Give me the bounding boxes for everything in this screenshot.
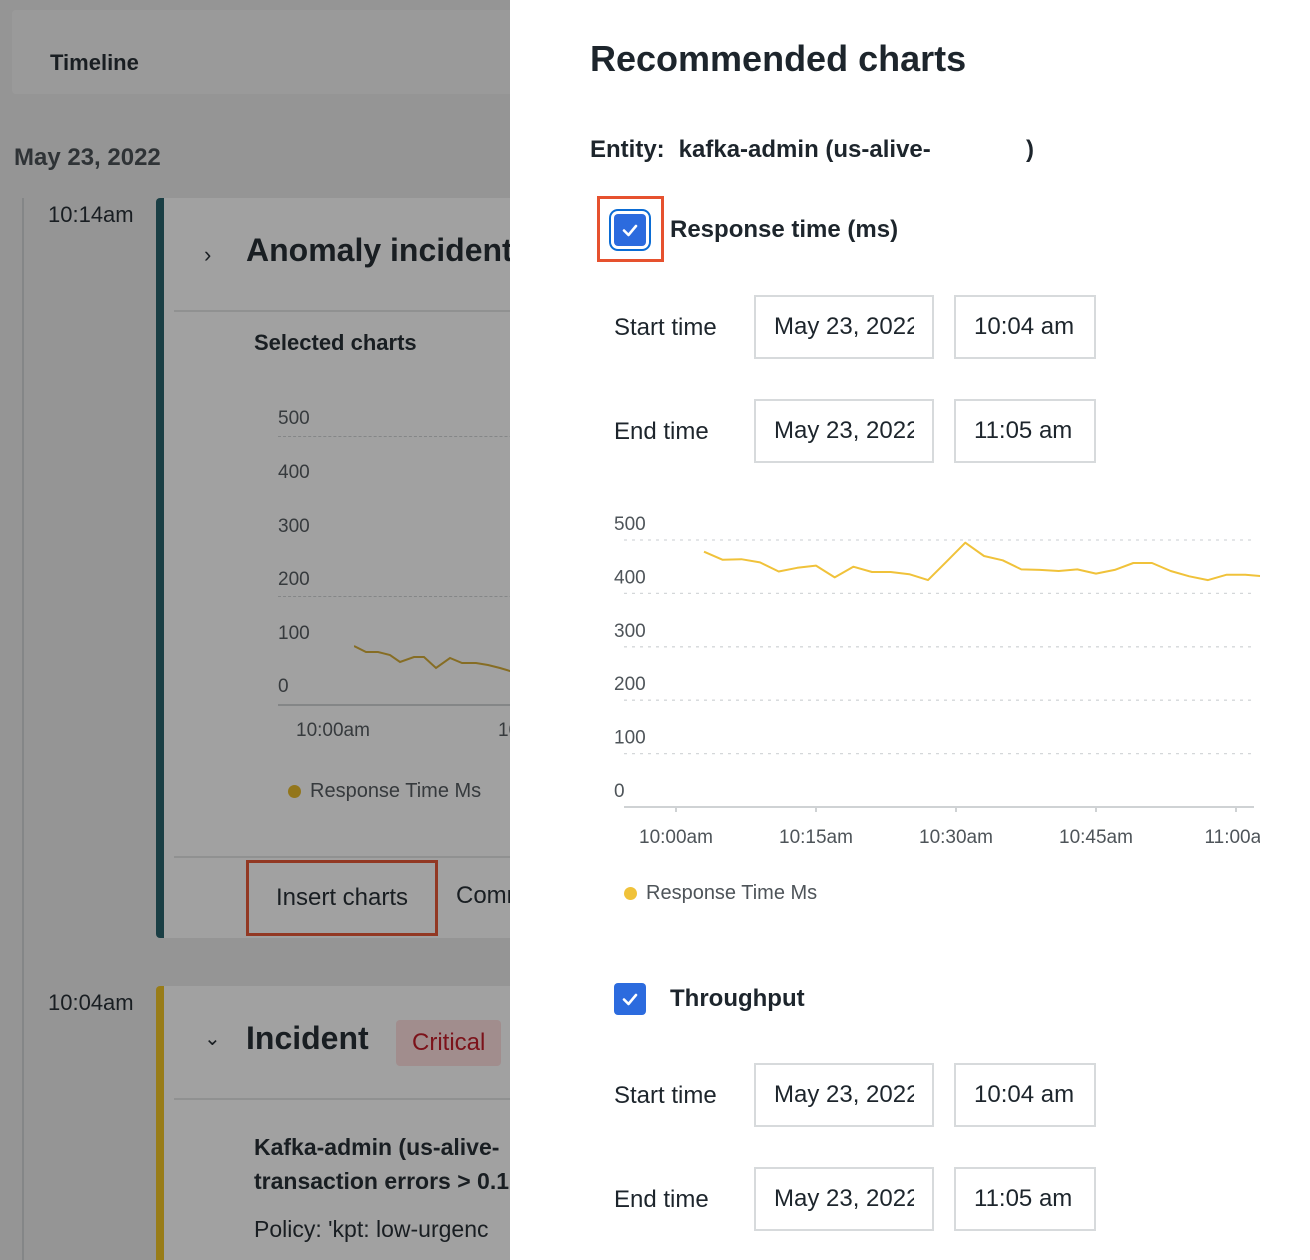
grid-line (278, 436, 510, 437)
y-tick-label: 300 (278, 516, 310, 537)
mini-response-time-line (354, 645, 510, 673)
entry-time: 10:04am (48, 990, 134, 1015)
throughput-label[interactable]: Throughput (670, 985, 805, 1013)
incident-policy: Policy: 'kpt: low-urgenc (254, 1216, 489, 1242)
timeline-line (22, 198, 24, 1260)
legend-dot (624, 887, 637, 900)
response-time-chart: 500 400 300 200 100 0 10:00am 10:15am 10:30am 10:… (610, 505, 1260, 845)
y-tick-label: 300 (614, 621, 646, 642)
y-tick-label: 400 (614, 567, 646, 588)
card-title[interactable]: Anomaly incident (246, 232, 510, 269)
chevron-right-icon[interactable]: › (204, 242, 211, 268)
start-time-label: Start time (614, 1082, 717, 1109)
insert-charts-button[interactable]: Insert charts (246, 860, 438, 936)
check-icon (622, 993, 638, 1006)
throughput-checkbox[interactable] (614, 983, 646, 1015)
legend-dot (288, 785, 301, 798)
timeline-header: Timeline (12, 10, 510, 94)
incident-card: ⌄ Incident Critical Kafka-admin (us-aliv… (156, 986, 510, 1260)
x-tick-label: 10:45am (1059, 827, 1133, 845)
start-time-label: Start time (614, 314, 717, 341)
selected-charts-heading: Selected charts (254, 330, 417, 355)
response-time-checkbox[interactable] (614, 214, 646, 246)
timeline-title: Timeline (50, 50, 139, 75)
start-time-input[interactable] (954, 1063, 1096, 1127)
end-time-label: End time (614, 418, 709, 445)
entity-line: Entity: kafka-admin (us-alive-) (590, 136, 1034, 164)
response-time-label[interactable]: Response time (ms) (670, 216, 898, 244)
grid-line (278, 596, 510, 597)
y-tick-label: 500 (614, 514, 646, 535)
incident-description: Kafka-admin (us-alive- (254, 1134, 500, 1160)
end-time-input[interactable] (954, 1167, 1096, 1231)
y-tick-label: 0 (614, 781, 625, 802)
entity-value: kafka-admin (us-alive- (678, 136, 931, 163)
entry-time: 10:14am (48, 202, 134, 227)
y-tick-label: 500 (278, 408, 310, 429)
timeline-page: Timeline May 23, 2022 10:14am › Anomaly … (0, 0, 510, 1260)
divider (174, 856, 510, 858)
legend-label: Response Time Ms (646, 882, 818, 904)
start-time-input[interactable] (954, 295, 1096, 359)
entity-value-close: ) (1026, 136, 1034, 163)
panel-title: Recommended charts (590, 38, 967, 79)
end-time-input[interactable] (954, 399, 1096, 463)
x-tick-label: 10:00am (639, 827, 713, 845)
start-date-input[interactable] (754, 295, 934, 359)
x-axis (278, 704, 510, 706)
y-tick-label: 400 (278, 462, 310, 483)
divider (174, 1098, 510, 1100)
end-date-input[interactable] (754, 399, 934, 463)
critical-badge: Critical (396, 1020, 502, 1066)
timeline-date-header: May 23, 2022 (14, 144, 161, 171)
chevron-down-icon[interactable]: ⌄ (204, 1026, 221, 1051)
x-tick-label: 11:00ar (1204, 827, 1260, 845)
x-tick-label: 10 (498, 720, 510, 741)
card-title[interactable]: Incident (246, 1020, 369, 1057)
y-tick-label: 100 (278, 623, 310, 644)
entity-label: Entity: (590, 136, 665, 163)
anomaly-incident-card: › Anomaly incident Selected charts 500 4… (156, 198, 510, 938)
chart-legend: Response Time Ms (624, 882, 817, 905)
legend-label: Response Time Ms (310, 780, 482, 802)
y-tick-label: 200 (614, 674, 646, 695)
recommended-charts-panel: Recommended charts Entity: kafka-admin (u… (510, 0, 1310, 1260)
y-tick-label: 0 (278, 676, 289, 697)
incident-description: transaction errors > 0.1 (254, 1168, 510, 1194)
mini-chart-legend: Response Time Ms (288, 780, 481, 803)
end-date-input[interactable] (754, 1167, 934, 1231)
x-tick-label: 10:30am (919, 827, 993, 845)
divider (174, 310, 510, 312)
y-tick-label: 100 (614, 728, 646, 749)
y-tick-label: 200 (278, 569, 310, 590)
comment-button[interactable]: Comm (456, 882, 510, 910)
x-tick-label: 10:00am (296, 720, 370, 741)
check-icon (622, 224, 638, 237)
end-time-label: End time (614, 1186, 709, 1213)
start-date-input[interactable] (754, 1063, 934, 1127)
series-line-response-time (703, 541, 1260, 582)
response-time-chart-svg: 500 400 300 200 100 0 10:00am 10:15am 10:30am 10:… (614, 514, 1260, 845)
x-tick-label: 10:15am (779, 827, 853, 845)
